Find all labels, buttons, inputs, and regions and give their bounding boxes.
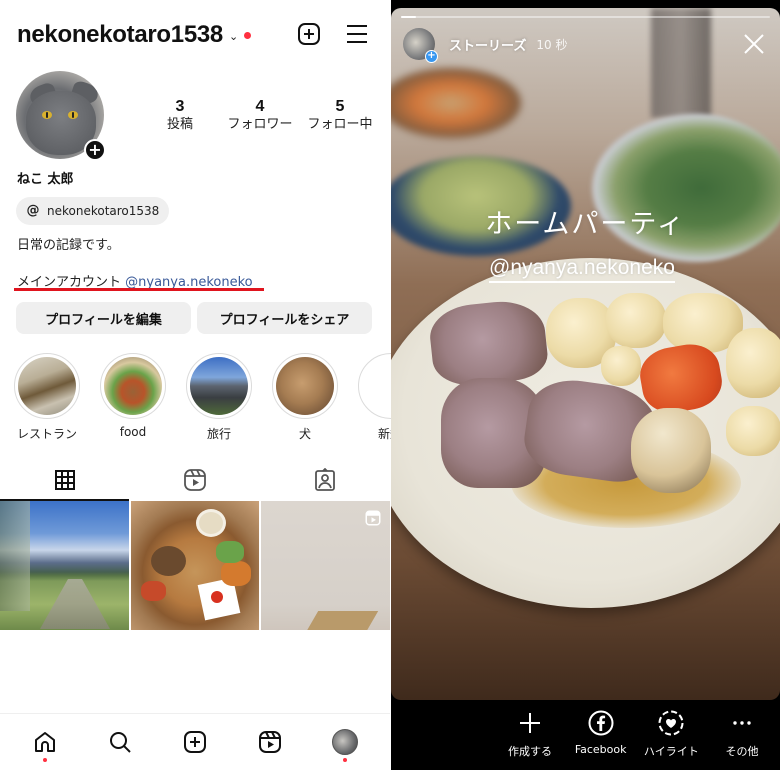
- reels-icon: [184, 469, 206, 491]
- bottom-navigation: [0, 713, 390, 770]
- post-thumbnail[interactable]: [130, 501, 260, 630]
- reel-badge: [364, 509, 382, 531]
- nav-search[interactable]: [100, 722, 140, 762]
- threads-handle: nekonekotaro1538: [47, 204, 160, 218]
- highlight-heart-icon: [658, 710, 684, 736]
- story-progress-fill: [401, 16, 416, 18]
- profile-actions: プロフィールを編集 プロフィールをシェア: [16, 302, 372, 334]
- action-label: ハイライト: [643, 745, 699, 758]
- tab-reels[interactable]: [130, 460, 260, 500]
- story-screen: + ストーリーズ 10 秒 ホームパーティ @nyanya.nekoneko 作…: [391, 0, 780, 770]
- action-label: その他: [725, 745, 759, 758]
- post-thumbnail[interactable]: [0, 501, 129, 630]
- profile-avatar[interactable]: +: [16, 71, 106, 161]
- notification-dot: [43, 758, 48, 762]
- tab-posts-grid[interactable]: [0, 460, 130, 500]
- display-name: ねこ 太郎: [17, 172, 74, 187]
- menu-button[interactable]: [344, 21, 370, 47]
- highlight-cover: [190, 357, 248, 415]
- grid-icon: [55, 470, 75, 490]
- story-progress-bar: [401, 16, 770, 18]
- home-icon: [35, 732, 56, 752]
- highlight-cover: [276, 357, 334, 415]
- create-button[interactable]: 作成する: [495, 708, 565, 759]
- highlight-cover: [104, 357, 162, 415]
- highlight-label: レストラン: [16, 427, 77, 441]
- highlight-label: 旅行: [206, 427, 231, 441]
- notification-dot: [342, 758, 347, 762]
- stat-value: 3: [175, 98, 185, 115]
- more-button[interactable]: その他: [707, 708, 777, 759]
- facebook-share-button[interactable]: Facebook: [566, 708, 636, 759]
- add-story-plus-icon[interactable]: +: [425, 50, 438, 63]
- stat-followers[interactable]: 4 フォロワー: [220, 98, 300, 134]
- plus-square-icon: [298, 23, 320, 45]
- profile-stats: 3 投稿 4 フォロワー 5 フォロー中: [140, 98, 380, 134]
- story-viewer[interactable]: + ストーリーズ 10 秒 ホームパーティ @nyanya.nekoneko: [391, 8, 780, 700]
- facebook-icon: [588, 710, 614, 736]
- story-text-overlay: ホームパーティ: [485, 209, 686, 240]
- annotation-underline: [14, 288, 264, 291]
- threads-badge[interactable]: @ nekonekotaro1538: [16, 197, 170, 225]
- highlight-item[interactable]: 旅行: [186, 353, 252, 442]
- chevron-down-icon[interactable]: ⌄: [229, 30, 238, 43]
- close-button[interactable]: [742, 32, 766, 56]
- highlight-item[interactable]: 犬: [272, 353, 338, 442]
- action-label: Facebook: [574, 743, 627, 756]
- highlight-button[interactable]: ハイライト: [636, 708, 706, 759]
- story-action-bar: 作成する Facebook ハイライト その他: [495, 708, 777, 759]
- tagged-person-icon: [315, 468, 335, 491]
- posts-grid: [0, 501, 391, 630]
- stat-label: フォロワー: [227, 117, 293, 132]
- story-avatar[interactable]: +: [403, 28, 438, 63]
- more-icon: [733, 721, 751, 725]
- nav-profile[interactable]: [325, 722, 365, 762]
- create-post-button[interactable]: [296, 21, 322, 47]
- share-profile-button[interactable]: プロフィールをシェア: [197, 302, 372, 334]
- search-icon: [110, 732, 131, 753]
- post-thumbnail[interactable]: [261, 501, 391, 630]
- action-label: 作成する: [508, 745, 552, 758]
- reels-icon: [365, 510, 381, 526]
- profile-tabs: [0, 460, 390, 501]
- edit-profile-button[interactable]: プロフィールを編集: [16, 302, 191, 334]
- stat-label: フォロー中: [307, 117, 373, 132]
- story-timestamp: 10 秒: [536, 37, 568, 52]
- nav-create[interactable]: [175, 722, 215, 762]
- story-highlights: レストラン food 旅行 犬 + 新規: [14, 353, 424, 442]
- stat-posts[interactable]: 3 投稿: [140, 98, 220, 134]
- nav-reels[interactable]: [250, 722, 290, 762]
- stat-value: 4: [255, 98, 265, 115]
- bio-line-1: 日常の記録です。: [17, 238, 120, 253]
- highlight-label: food: [119, 425, 147, 439]
- close-icon: [744, 34, 764, 54]
- highlight-item[interactable]: レストラン: [14, 353, 80, 442]
- nav-home[interactable]: [25, 722, 65, 762]
- highlight-cover: [18, 357, 76, 415]
- profile-avatar-icon: [331, 729, 358, 755]
- notification-dot: [244, 31, 252, 39]
- highlight-item[interactable]: food: [100, 353, 166, 442]
- add-story-plus-icon[interactable]: +: [84, 139, 106, 161]
- hamburger-menu-icon: [347, 25, 367, 43]
- threads-icon: @: [26, 203, 40, 218]
- stat-value: 5: [335, 98, 345, 115]
- story-username[interactable]: ストーリーズ: [449, 35, 526, 54]
- profile-screen: nekonekotaro1538 ⌄ + 3 投稿 4 フォロワー 5 フォロー…: [0, 0, 424, 770]
- stat-following[interactable]: 5 フォロー中: [300, 98, 380, 134]
- stat-label: 投稿: [166, 117, 193, 132]
- tab-tagged[interactable]: [260, 460, 390, 500]
- plus-square-icon: [183, 731, 206, 753]
- plus-icon: [520, 713, 540, 733]
- reels-icon: [258, 731, 281, 753]
- highlight-label: 犬: [298, 427, 311, 441]
- mention-sticker[interactable]: @nyanya.nekoneko: [489, 256, 675, 283]
- account-switcher-username[interactable]: nekonekotaro1538: [17, 21, 223, 49]
- story-header: + ストーリーズ 10 秒: [403, 28, 768, 63]
- profile-header: nekonekotaro1538 ⌄: [17, 18, 374, 52]
